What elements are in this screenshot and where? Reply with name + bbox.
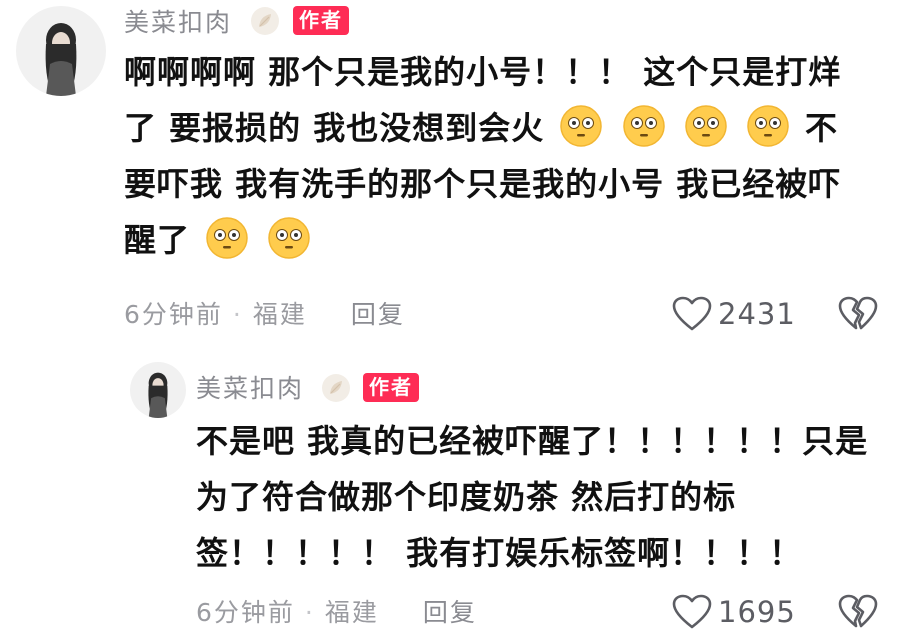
reply-button[interactable]: 回复: [351, 300, 405, 329]
heart-outline-icon[interactable]: [672, 296, 712, 336]
like-count: 2431: [718, 297, 796, 331]
comment-meta: 6分钟前 · 福建 回复: [196, 600, 477, 625]
username[interactable]: 美菜扣肉: [124, 10, 232, 35]
avatar[interactable]: [16, 6, 106, 96]
reply-button[interactable]: 回复: [423, 598, 477, 627]
location: 福建: [324, 598, 379, 627]
location: 福建: [252, 300, 307, 329]
comment-text-segment: 不是吧 我真的已经被吓醒了！！！！！！只是为了符合做那个印度奶茶 然后打的标签！…: [196, 422, 869, 572]
flushed-face-icon: [747, 105, 789, 147]
broken-heart-icon[interactable]: [838, 296, 878, 336]
separator-dot: ·: [304, 598, 315, 627]
flushed-face-icon: [206, 217, 248, 259]
like-count: 1695: [718, 595, 796, 629]
flushed-face-icon: [622, 105, 665, 147]
author-badge: 作者: [293, 6, 349, 35]
timestamp: 6分钟前: [196, 598, 295, 627]
flushed-face-icon: [560, 105, 603, 147]
flushed-face-icon: [684, 105, 727, 147]
flushed-face-icon: [268, 217, 311, 259]
heart-outline-icon[interactable]: [672, 594, 712, 634]
avatar[interactable]: [130, 362, 186, 418]
separator-dot: ·: [232, 300, 243, 329]
timestamp: 6分钟前: [124, 300, 223, 329]
comment-text: 不是吧 我真的已经被吓醒了！！！！！！只是为了符合做那个印度奶茶 然后打的标签！…: [196, 413, 896, 581]
leaf-icon: [250, 6, 280, 40]
comment-text: 啊啊啊啊 那个只是我的小号！！！ 这个只是打烊了 要报损的 我也没想到会火 不要…: [124, 44, 864, 268]
comment-meta: 6分钟前 · 福建 回复: [124, 302, 405, 327]
broken-heart-icon[interactable]: [838, 594, 878, 634]
username[interactable]: 美菜扣肉: [196, 376, 304, 401]
author-badge: 作者: [363, 373, 419, 402]
comment-text-segment: 啊啊啊啊 那个只是我的小号！！！ 这个只是打烊了 要报损的 我也没想到会火: [124, 53, 842, 147]
leaf-icon: [321, 373, 351, 407]
